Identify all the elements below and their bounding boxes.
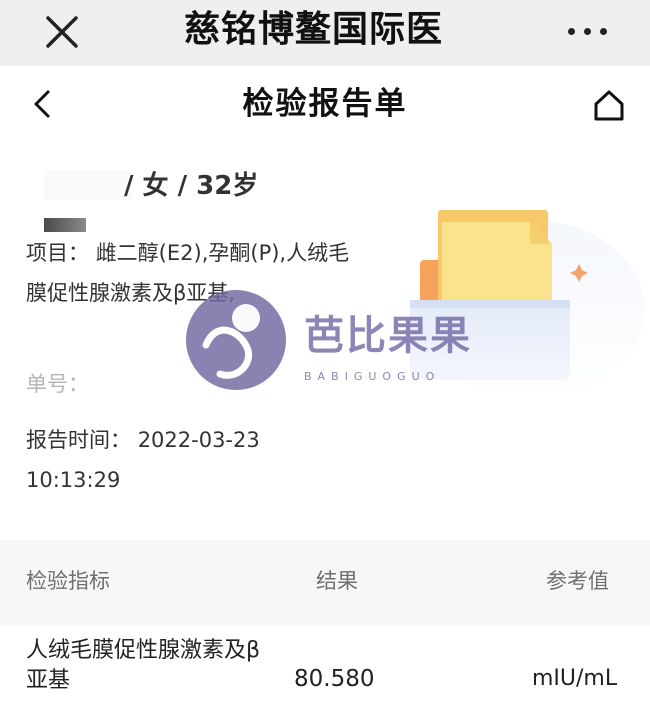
report-time-label: 报告时间： <box>26 428 131 452</box>
page-title: 检验报告单 <box>242 86 408 122</box>
items-label: 项目： <box>26 241 89 265</box>
wechat-title-bar: 慈铭博鳌国际医 <box>0 0 650 66</box>
row-indicator-name: 人绒毛膜促性腺激素及β亚基 <box>26 638 261 693</box>
header-reference: 参考值 <box>546 569 609 593</box>
more-dots-icon[interactable] <box>560 12 616 48</box>
home-icon[interactable] <box>590 86 628 124</box>
wechat-title: 慈铭博鳌国际医 <box>184 9 444 50</box>
order-label: 单号： <box>26 372 89 396</box>
table-header: 检验指标 结果 参考值 <box>0 540 650 626</box>
redacted-name-bar <box>44 218 86 232</box>
redacted-name <box>44 170 132 200</box>
order-number: 单号： <box>26 364 89 404</box>
gender-age: / 女 / 32岁 <box>124 171 259 201</box>
header-indicator: 检验指标 <box>26 569 110 593</box>
header-result: 结果 <box>316 569 358 593</box>
report-time: 报告时间： 2022-03-23 10:13:29 <box>26 420 346 500</box>
close-icon[interactable] <box>40 10 84 54</box>
row-reference: mIU/mL <box>532 666 618 691</box>
items-info: 项目： 雌二醇(E2),孕酮(P),人绒毛膜促性腺激素及β亚基, <box>26 233 356 313</box>
patient-line: / 女 / 32岁 <box>30 164 430 208</box>
row-result: 80.580 <box>294 666 375 692</box>
page-header: 检验报告单 <box>0 66 650 146</box>
table-row[interactable]: 人绒毛膜促性腺激素及β亚基 80.580 mIU/mL <box>0 626 650 724</box>
title-fade <box>462 10 486 50</box>
